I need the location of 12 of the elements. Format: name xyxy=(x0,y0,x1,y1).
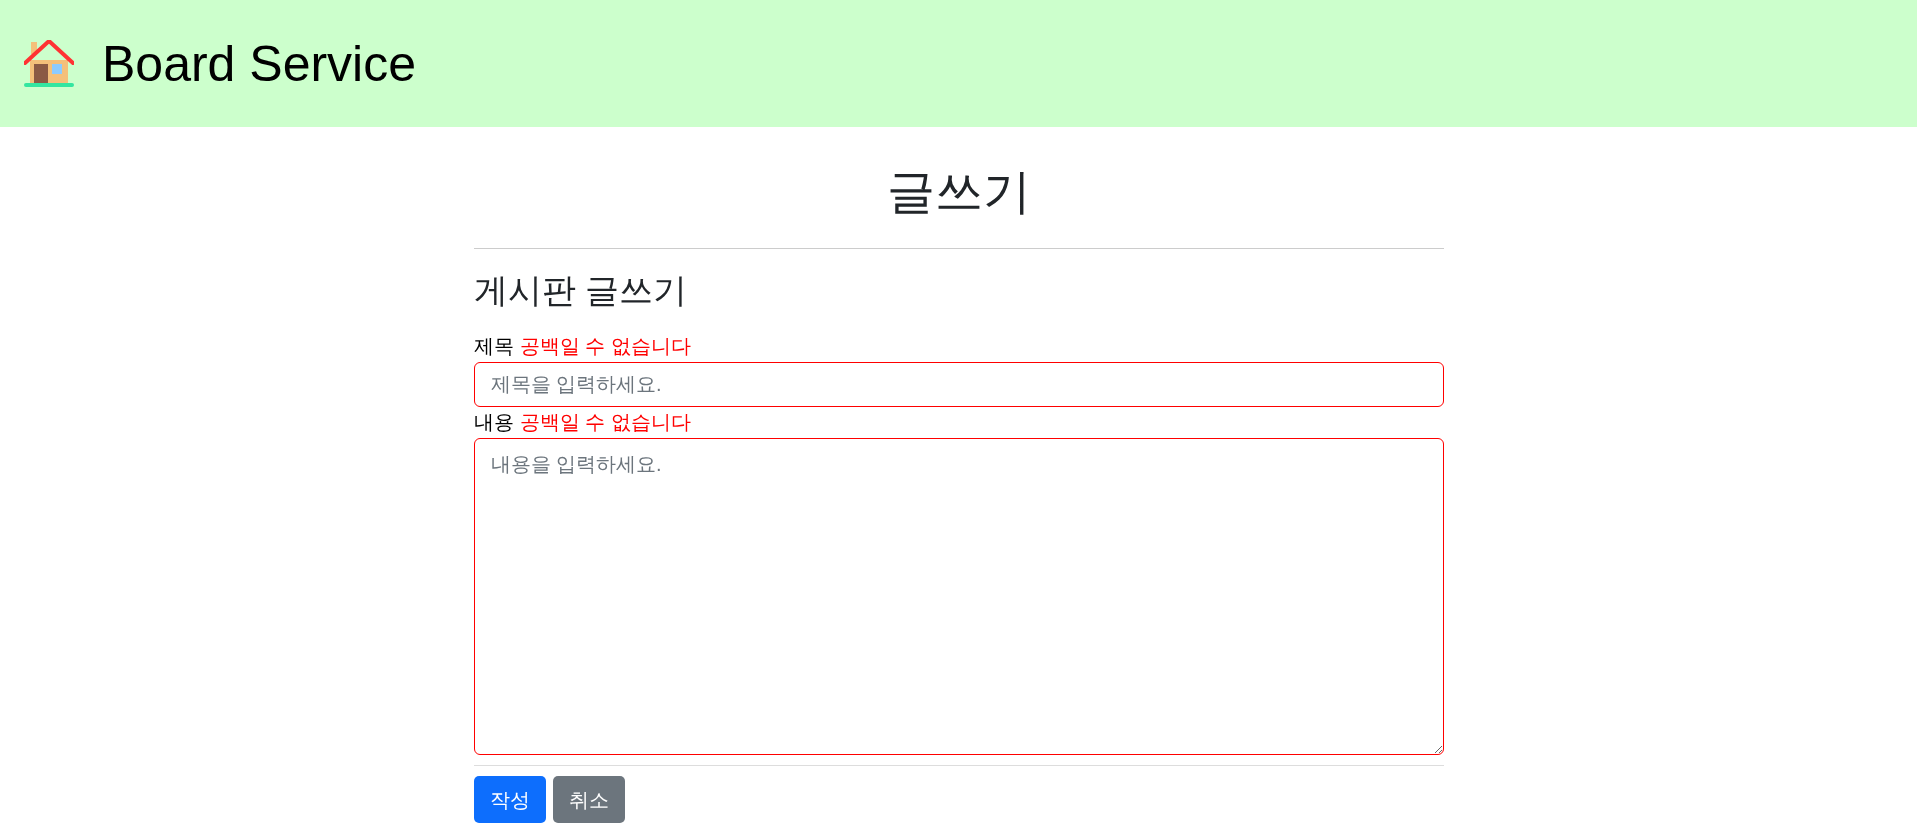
house-icon xyxy=(24,39,74,88)
error-message: 공백일 수 없습니다 xyxy=(519,334,691,358)
content-text-area[interactable]: 내용을 입력하세요. xyxy=(473,438,1444,755)
form-heading: 게시판 글쓰기 xyxy=(473,270,688,311)
field-label: 제목 xyxy=(473,334,514,358)
site-title[interactable]: Board Service xyxy=(102,33,417,94)
cancel-button[interactable]: 취소 xyxy=(552,776,625,823)
submit-button[interactable]: 작성 xyxy=(473,776,546,823)
title-input-field[interactable]: 제목을 입력하세요. xyxy=(473,362,1444,407)
page-title: 글쓰기 xyxy=(885,164,1032,220)
field-label: 내용 xyxy=(473,410,514,434)
error-message: 공백일 수 없습니다 xyxy=(519,410,691,434)
